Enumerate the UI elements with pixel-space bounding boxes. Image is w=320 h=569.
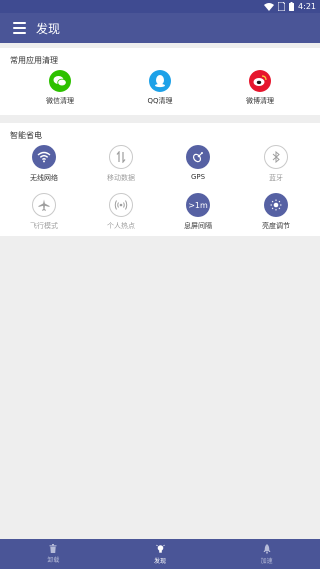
status-icons: 4:21 xyxy=(264,0,316,13)
airplane-icon xyxy=(32,193,56,217)
wifi-signal-icon xyxy=(264,2,275,11)
toggle-label: GPS xyxy=(190,173,206,181)
section-title: 常用应用清理 xyxy=(10,56,58,65)
weibo-icon xyxy=(249,70,271,92)
gps-toggle[interactable]: GPS xyxy=(158,145,238,181)
toggle-label: 个人热点 xyxy=(107,222,135,230)
rocket-icon xyxy=(263,543,271,553)
item-label: 微信清理 xyxy=(46,97,74,105)
hotspot-toggle[interactable]: 个人热点 xyxy=(81,193,161,231)
app-bar: 发现 xyxy=(0,13,320,43)
nav-boost[interactable]: 加速 xyxy=(213,539,320,569)
nav-uninstall[interactable]: 卸载 xyxy=(0,539,107,569)
wifi-toggle[interactable]: 无线网络 xyxy=(4,145,84,183)
page-title: 发现 xyxy=(36,22,61,36)
item-label: QQ清理 xyxy=(147,97,173,105)
common-clean-section: 常用应用清理 微信清理 QQ清理 微博清理 xyxy=(0,48,320,115)
toggle-label: 移动数据 xyxy=(107,174,135,182)
sim-card-icon xyxy=(278,2,286,11)
screen-timeout-icon: >1m xyxy=(186,193,210,217)
wechat-icon xyxy=(49,70,71,92)
mobile-data-toggle[interactable]: 移动数据 xyxy=(81,145,161,183)
nav-discover[interactable]: 发现 xyxy=(107,539,214,569)
toggle-label: 无线网络 xyxy=(30,174,58,182)
status-time: 4:21 xyxy=(298,2,316,11)
weibo-clean-item[interactable]: 微博清理 xyxy=(220,70,300,106)
nav-label: 卸载 xyxy=(47,557,60,564)
bluetooth-icon xyxy=(264,145,288,169)
nav-label: 加速 xyxy=(260,557,273,565)
trash-icon xyxy=(49,544,57,553)
qq-clean-item[interactable]: QQ清理 xyxy=(120,70,200,106)
menu-button[interactable] xyxy=(13,22,27,34)
hotspot-icon xyxy=(109,193,133,217)
bottom-nav: 卸载 发现 加速 xyxy=(0,539,320,569)
toggle-label: 飞行模式 xyxy=(30,222,58,230)
qq-icon xyxy=(149,70,171,92)
status-bar: 4:21 xyxy=(0,0,320,13)
screen-timeout-toggle[interactable]: >1m 息屏间隔 xyxy=(158,193,238,231)
brightness-icon xyxy=(264,193,288,217)
toggle-label: 息屏间隔 xyxy=(184,222,212,230)
lightbulb-icon xyxy=(155,544,165,553)
toggle-label: 亮度调节 xyxy=(262,222,290,230)
mobile-data-icon xyxy=(109,145,133,169)
section-title: 智能省电 xyxy=(10,131,42,140)
item-label: 微博清理 xyxy=(246,97,274,105)
wechat-clean-item[interactable]: 微信清理 xyxy=(20,70,100,106)
battery-icon xyxy=(289,2,295,11)
toggle-label: 蓝牙 xyxy=(269,174,283,182)
screen-timeout-value: >1m xyxy=(188,200,208,210)
brightness-toggle[interactable]: 亮度调节 xyxy=(236,193,316,231)
bluetooth-toggle[interactable]: 蓝牙 xyxy=(236,145,316,183)
gps-icon xyxy=(186,145,210,169)
wifi-icon xyxy=(32,145,56,169)
power-saving-section: 智能省电 无线网络 移动数据 GPS 蓝牙 飞行模式 个人热点 >1m 息屏间隔… xyxy=(0,123,320,236)
nav-label: 发现 xyxy=(154,557,167,565)
airplane-toggle[interactable]: 飞行模式 xyxy=(4,193,84,231)
